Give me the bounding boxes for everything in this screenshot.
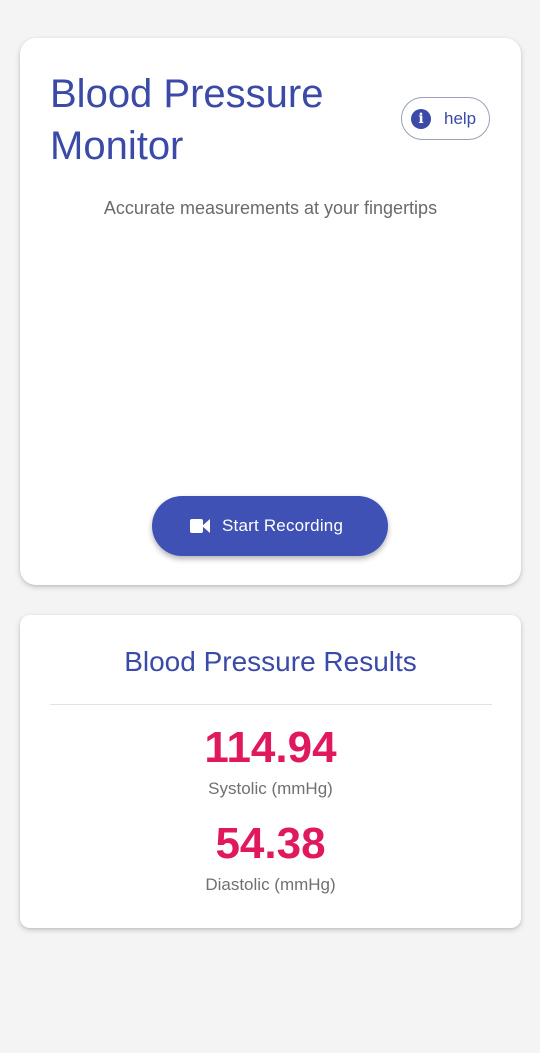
divider [50, 704, 492, 705]
start-recording-button[interactable]: Start Recording [152, 496, 388, 556]
monitor-card: Blood Pressure Monitor i help Accurate m… [20, 38, 521, 585]
page-title: Blood Pressure Monitor [50, 72, 324, 168]
diastolic-value: 54.38 [215, 819, 326, 868]
start-recording-label: Start Recording [222, 516, 344, 535]
systolic-value: 114.94 [204, 723, 337, 772]
diastolic-label: Diastolic (mmHg) [205, 875, 336, 894]
results-title: Blood Pressure Results [124, 646, 417, 677]
results-card: Blood Pressure Results 114.94 Systolic (… [20, 615, 521, 928]
subtitle: Accurate measurements at your fingertips [103, 198, 438, 218]
help-button[interactable]: i help [401, 97, 490, 140]
video-camera-icon [190, 519, 210, 533]
systolic-label: Systolic (mmHg) [208, 779, 333, 798]
info-icon: i [411, 108, 431, 129]
help-button-label: help [444, 108, 477, 128]
